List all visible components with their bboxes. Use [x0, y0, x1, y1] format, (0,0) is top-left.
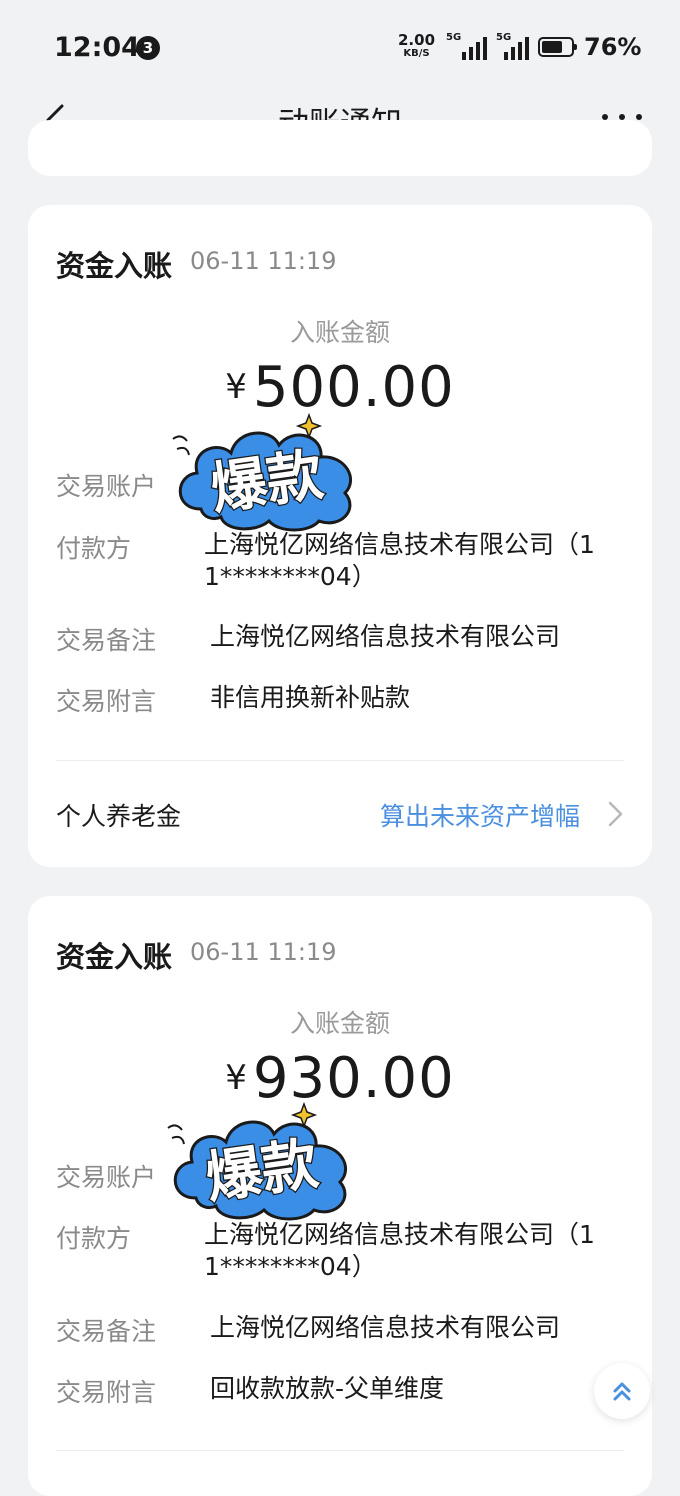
chevron-right-icon[interactable] — [604, 799, 626, 829]
note-label: 交易附言 — [56, 1378, 157, 1407]
sticker-cloud-icon: 爆款 — [172, 413, 352, 532]
account-label: 交易账户 — [56, 1163, 157, 1192]
amount-label: 入账金额 — [289, 318, 390, 347]
battery-icon — [538, 37, 577, 57]
payer-value: 上海悦亿网络信息技术有限公司（1 1********04） — [204, 529, 629, 593]
previous-card-edge — [28, 120, 652, 176]
amount: ¥500.00 — [28, 355, 652, 420]
divider — [56, 760, 624, 761]
notification-count-badge: 3 — [136, 36, 160, 60]
scroll-to-top-button[interactable] — [594, 1363, 650, 1419]
note-value: 非信用换新补贴款 — [210, 683, 411, 712]
double-chevron-up-icon — [613, 1382, 631, 1401]
signal-2-tag: 5G — [496, 32, 512, 43]
amount-value: 500.00 — [252, 355, 455, 420]
card-timestamp: 06-11 11:19 — [190, 247, 337, 275]
payer-value: 上海悦亿网络信息技术有限公司（1 1********04） — [204, 1219, 629, 1283]
status-bar: 12:04 3 2.00 KB/S 5G 5G 76% — [0, 0, 680, 92]
memo-value: 上海悦亿网络信息技术有限公司 — [210, 1313, 561, 1342]
memo-label: 交易备注 — [56, 1317, 157, 1346]
asset-growth-link[interactable]: 算出未来资产增幅 — [380, 797, 580, 833]
memo-value: 上海悦亿网络信息技术有限公司 — [210, 622, 561, 651]
payer-value-line1: 上海悦亿网络信息技术有限公司（1 — [204, 530, 595, 559]
network-speed: 2.00 KB/S — [398, 33, 435, 61]
payer-value-line2: 1********04） — [204, 562, 377, 591]
note-value: 回收款放款-父单维度 — [210, 1374, 445, 1403]
sticker-cloud-icon: 爆款 — [167, 1102, 347, 1221]
currency-symbol: ¥ — [225, 367, 247, 407]
memo-label: 交易备注 — [56, 626, 157, 655]
card-title: 资金入账 — [56, 940, 173, 974]
signal-2-icon: 5G — [496, 32, 532, 60]
payer-value-line1: 上海悦亿网络信息技术有限公司（1 — [204, 1220, 595, 1249]
signal-1-icon: 5G — [446, 32, 490, 60]
card-timestamp: 06-11 11:19 — [190, 938, 337, 966]
card-title: 资金入账 — [56, 249, 173, 283]
payer-value-line2: 1********04） — [204, 1252, 377, 1281]
transaction-card-1: 资金入账 06-11 11:19 入账金额 ¥500.00 爆款 交易账户 付款… — [28, 205, 652, 867]
battery-percent: 76% — [584, 33, 642, 61]
payer-label: 付款方 — [56, 534, 132, 563]
currency-symbol: ¥ — [225, 1058, 247, 1098]
network-speed-unit: KB/S — [403, 48, 430, 59]
account-label: 交易账户 — [56, 472, 157, 501]
transaction-card-2: 资金入账 06-11 11:19 入账金额 ¥930.00 爆款 交易账户 付款… — [28, 896, 652, 1496]
divider — [56, 1450, 624, 1451]
payer-label: 付款方 — [56, 1224, 132, 1253]
amount-label: 入账金额 — [289, 1009, 390, 1038]
clock: 12:04 — [54, 32, 140, 63]
note-label: 交易附言 — [56, 687, 157, 716]
signal-1-tag: 5G — [446, 32, 462, 43]
pension-label: 个人养老金 — [56, 802, 182, 831]
